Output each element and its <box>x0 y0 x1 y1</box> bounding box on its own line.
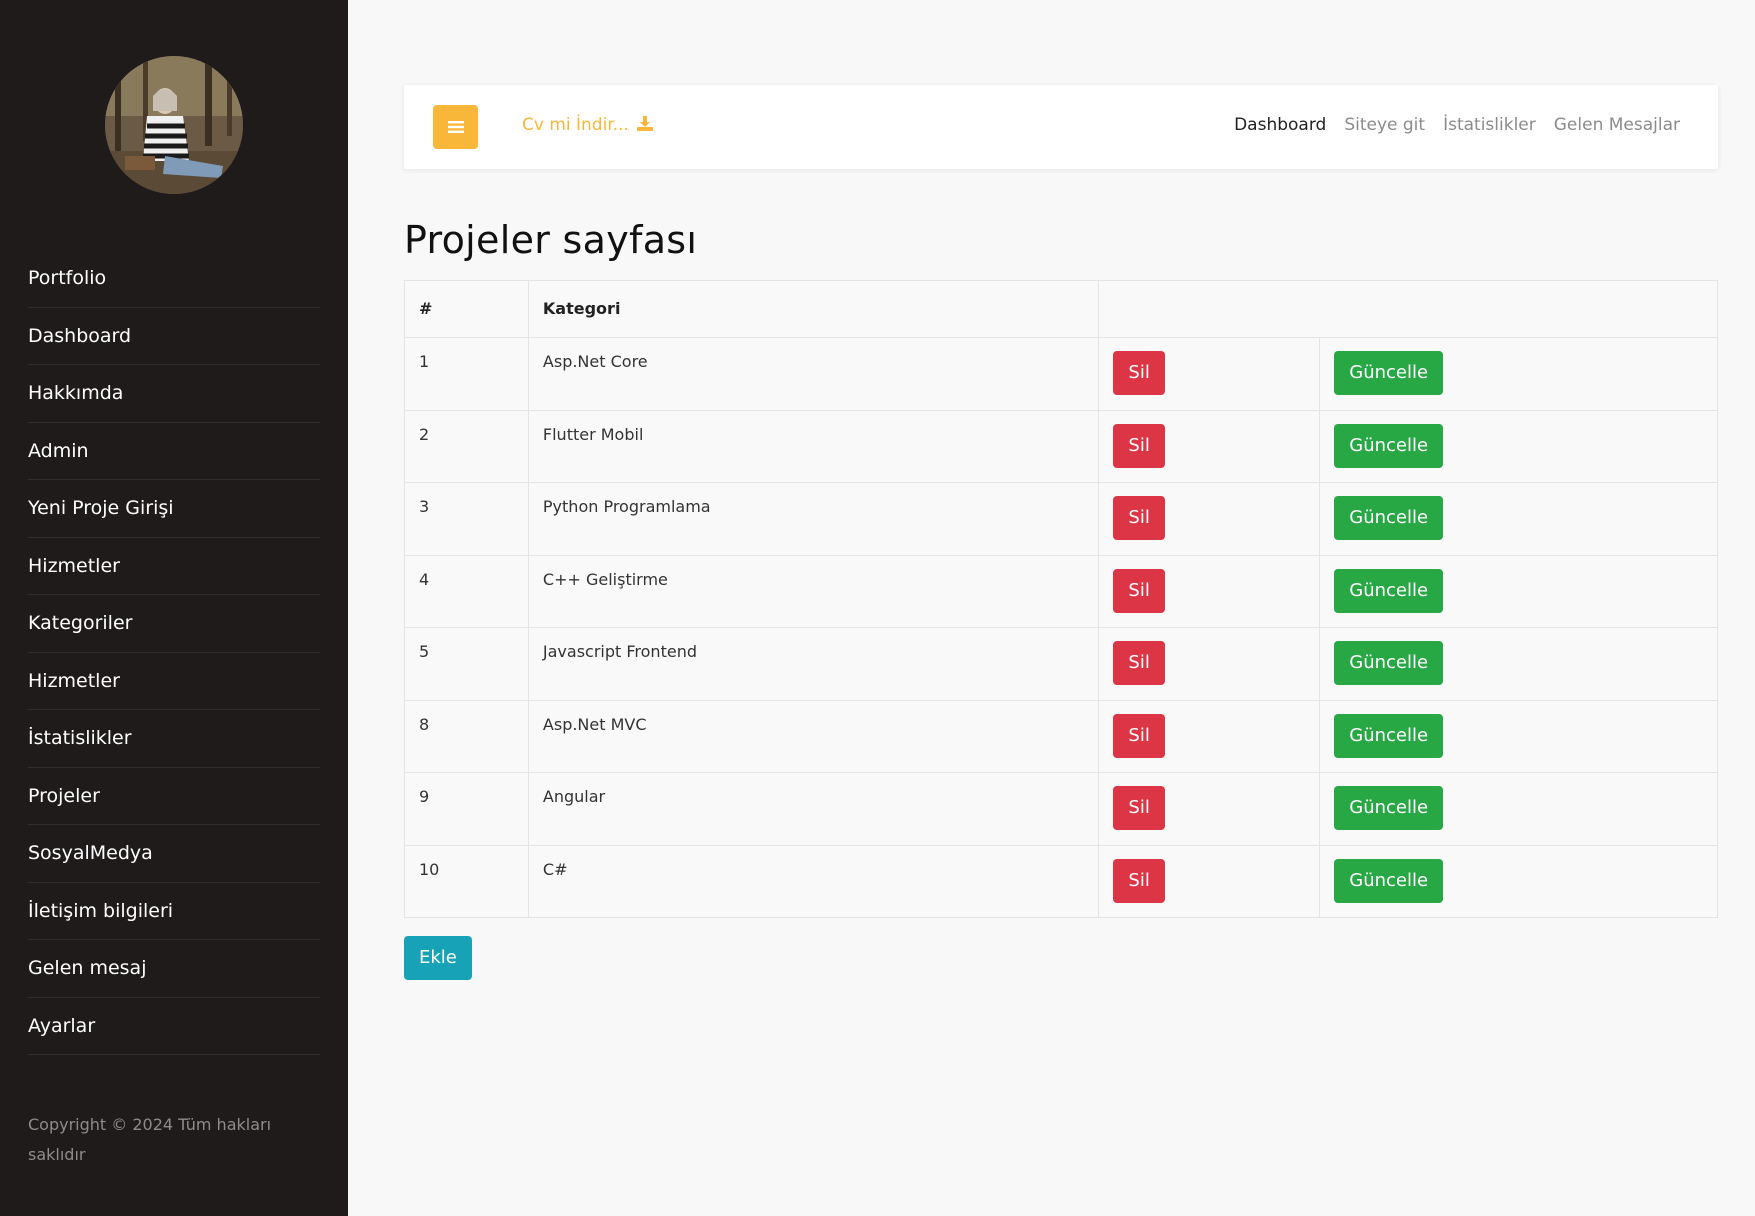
update-button[interactable]: Güncelle <box>1334 496 1444 540</box>
delete-button[interactable]: Sil <box>1113 641 1165 685</box>
delete-cell: Sil <box>1098 409 1321 483</box>
row-kategori: Javascript Frontend <box>527 627 1100 701</box>
delete-cell: Sil <box>1098 337 1321 411</box>
delete-cell: Sil <box>1098 482 1321 556</box>
sidebar-item-gelen-mesaj[interactable]: Gelen mesaj <box>28 940 320 998</box>
copyright-text: Copyright © 2024 Tüm hakları saklıdır <box>28 1115 272 1164</box>
table-row: 5 Javascript Frontend Sil Güncelle <box>404 627 1718 701</box>
projects-table: # Kategori 1 Asp.Net Core Sil Güncelle 2… <box>404 280 1718 918</box>
delete-button[interactable]: Sil <box>1113 858 1165 903</box>
row-kategori: Flutter Mobil <box>527 409 1100 483</box>
cv-download-link[interactable]: Cv mi İndir... <box>522 115 654 135</box>
row-id: 5 <box>404 627 529 701</box>
row-id: 8 <box>404 699 529 773</box>
table-row: 3 Python Programlama Sil Güncelle <box>404 482 1718 556</box>
update-cell: Güncelle <box>1319 482 1718 556</box>
row-kategori: C# <box>527 844 1100 918</box>
update-button[interactable]: Güncelle <box>1334 786 1444 830</box>
top-nav-istatislikler[interactable]: İstatislikler <box>1443 115 1536 135</box>
update-cell: Güncelle <box>1319 627 1718 701</box>
update-button[interactable]: Güncelle <box>1334 423 1444 468</box>
top-nav-gelen-mesajlar[interactable]: Gelen Mesajlar <box>1554 115 1680 135</box>
update-button[interactable]: Güncelle <box>1334 568 1444 613</box>
top-nav-siteye-git[interactable]: Siteye git <box>1344 115 1425 135</box>
update-button[interactable]: Güncelle <box>1334 351 1444 395</box>
sidebar: Portfolio Dashboard Hakkımda Admin Yeni … <box>0 0 348 1216</box>
row-id: 9 <box>404 772 529 846</box>
delete-cell: Sil <box>1098 699 1321 773</box>
sidebar-item-portfolio[interactable]: Portfolio <box>28 250 320 308</box>
column-header-kategori: Kategori <box>527 280 1100 338</box>
delete-button[interactable]: Sil <box>1113 786 1165 830</box>
top-navbar: Cv mi İndir... Dashboard Siteye git İsta… <box>404 85 1718 169</box>
sidebar-item-sosyalmedya[interactable]: SosyalMedya <box>28 825 320 883</box>
sidebar-item-hizmetler-2[interactable]: Hizmetler <box>28 653 320 710</box>
sidebar-item-ayarlar[interactable]: Ayarlar <box>28 998 320 1055</box>
row-id: 3 <box>404 482 529 556</box>
delete-button[interactable]: Sil <box>1113 713 1165 758</box>
column-header-id: # <box>404 280 529 338</box>
sidebar-nav: Portfolio Dashboard Hakkımda Admin Yeni … <box>28 250 320 1055</box>
page-title: Projeler sayfası <box>404 218 698 262</box>
table-row: 4 C++ Geliştirme Sil Güncelle <box>404 554 1718 628</box>
top-nav-dashboard[interactable]: Dashboard <box>1234 115 1326 135</box>
update-cell: Güncelle <box>1319 699 1718 773</box>
sidebar-item-kategoriler[interactable]: Kategoriler <box>28 595 320 653</box>
delete-cell: Sil <box>1098 554 1321 628</box>
delete-cell: Sil <box>1098 844 1321 918</box>
table-row: 8 Asp.Net MVC Sil Güncelle <box>404 699 1718 773</box>
update-cell: Güncelle <box>1319 844 1718 918</box>
sidebar-item-istatislikler[interactable]: İstatislikler <box>28 710 320 768</box>
sidebar-item-projeler[interactable]: Projeler <box>28 768 320 825</box>
table-row: 1 Asp.Net Core Sil Güncelle <box>404 337 1718 411</box>
table-row: 9 Angular Sil Güncelle <box>404 772 1718 846</box>
sidebar-item-hakkimda[interactable]: Hakkımda <box>28 365 320 423</box>
row-id: 4 <box>404 554 529 628</box>
sidebar-item-yeni-proje-girisi[interactable]: Yeni Proje Girişi <box>28 480 320 538</box>
top-nav: Dashboard Siteye git İstatislikler Gelen… <box>1234 115 1680 135</box>
delete-button[interactable]: Sil <box>1113 496 1165 540</box>
table-header-row: # Kategori <box>404 280 1718 338</box>
sidebar-item-iletisim-bilgileri[interactable]: İletişim bilgileri <box>28 883 320 940</box>
table-row: 10 C# Sil Güncelle <box>404 844 1718 918</box>
delete-button[interactable]: Sil <box>1113 423 1165 468</box>
sidebar-toggle-button[interactable] <box>433 105 478 149</box>
bars-icon <box>447 121 464 133</box>
sidebar-item-admin[interactable]: Admin <box>28 423 320 480</box>
sidebar-item-hizmetler[interactable]: Hizmetler <box>28 538 320 595</box>
update-button[interactable]: Güncelle <box>1334 858 1444 903</box>
sidebar-item-dashboard[interactable]: Dashboard <box>28 308 320 365</box>
update-cell: Güncelle <box>1319 554 1718 628</box>
table-row: 2 Flutter Mobil Sil Güncelle <box>404 409 1718 483</box>
delete-button[interactable]: Sil <box>1113 568 1165 613</box>
update-cell: Güncelle <box>1319 409 1718 483</box>
update-cell: Güncelle <box>1319 337 1718 411</box>
delete-button[interactable]: Sil <box>1113 351 1165 395</box>
download-icon <box>637 116 654 131</box>
row-kategori: Asp.Net MVC <box>527 699 1100 773</box>
delete-cell: Sil <box>1098 772 1321 846</box>
cv-download-label: Cv mi İndir... <box>522 115 629 135</box>
column-header-actions <box>1098 280 1718 338</box>
update-cell: Güncelle <box>1319 772 1718 846</box>
update-button[interactable]: Güncelle <box>1334 713 1444 758</box>
row-kategori: C++ Geliştirme <box>527 554 1100 628</box>
add-button[interactable]: Ekle <box>404 936 472 980</box>
row-kategori: Angular <box>527 772 1100 846</box>
row-kategori: Asp.Net Core <box>527 337 1100 411</box>
row-id: 2 <box>404 409 529 483</box>
delete-cell: Sil <box>1098 627 1321 701</box>
row-kategori: Python Programlama <box>527 482 1100 556</box>
row-id: 10 <box>404 844 529 918</box>
row-id: 1 <box>404 337 529 411</box>
update-button[interactable]: Güncelle <box>1334 641 1444 685</box>
avatar <box>105 56 243 194</box>
